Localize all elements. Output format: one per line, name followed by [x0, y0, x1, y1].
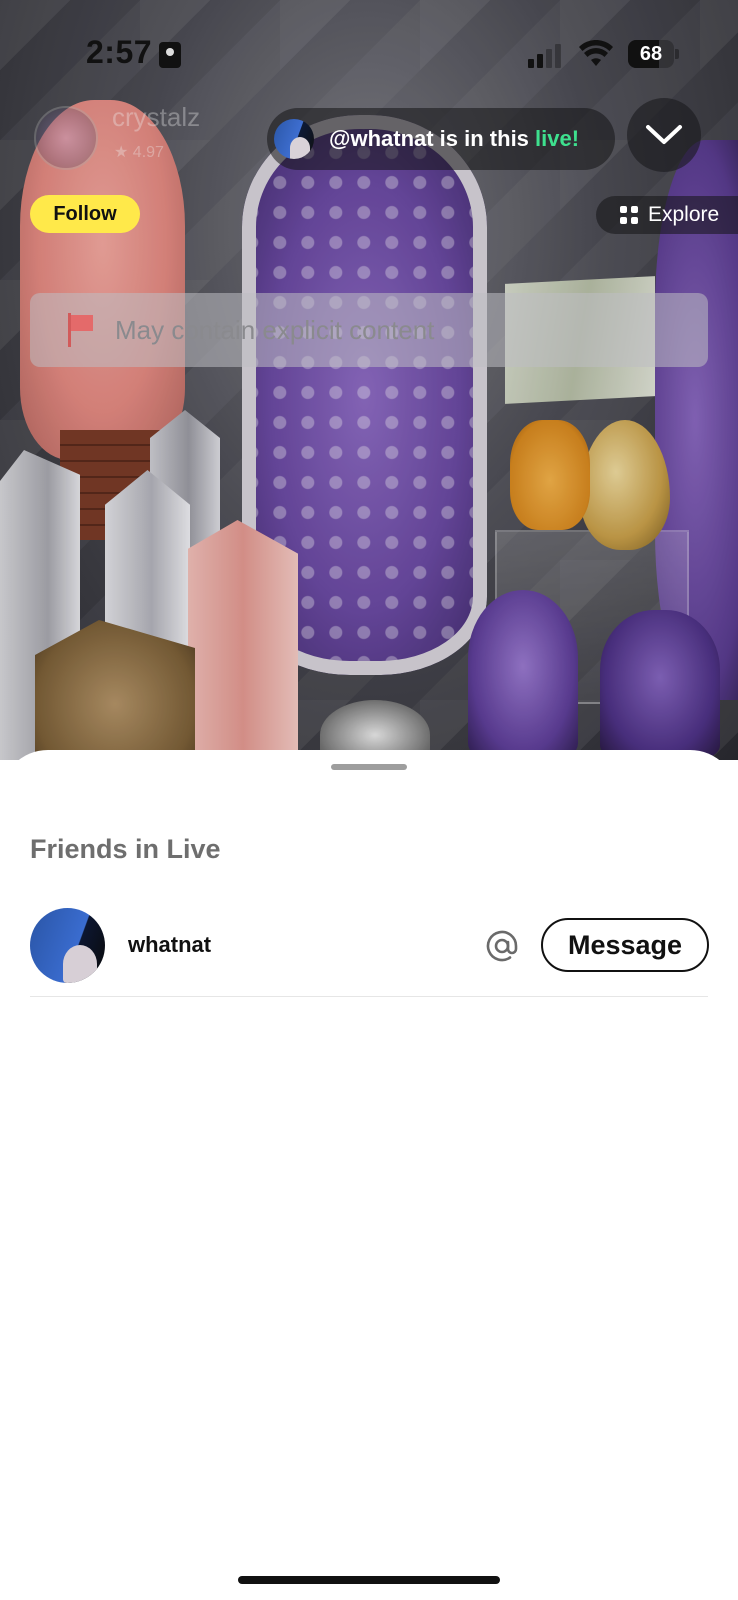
contact-badge-icon	[159, 42, 181, 68]
mention-button[interactable]	[482, 926, 522, 966]
explore-button[interactable]: Explore	[596, 196, 738, 234]
explore-label: Explore	[648, 203, 720, 226]
explicit-content-text: May contain explicit content	[115, 314, 435, 345]
flag-icon	[66, 313, 96, 347]
status-bar: 2:57 68	[0, 0, 738, 110]
friend-in-live-highlight: live!	[535, 126, 580, 151]
sheet-title: Friends in Live	[30, 834, 221, 864]
battery-icon: 68	[628, 40, 674, 68]
status-time: 2:57	[86, 34, 153, 70]
message-button[interactable]: Message	[541, 918, 709, 972]
collapse-button[interactable]	[627, 98, 701, 172]
friend-in-live-banner[interactable]: @whatnat is in this live!	[267, 108, 615, 170]
battery-percent: 68	[639, 42, 663, 65]
friends-sheet: Friends in Live whatnat Message	[0, 750, 738, 1600]
friend-in-live-text: @whatnat is in this live!	[329, 126, 579, 152]
friend-avatar[interactable]	[30, 908, 105, 983]
cellular-signal-icon	[528, 44, 561, 68]
star-icon: ★	[114, 144, 129, 161]
seller-rating-value: 4.97	[132, 144, 164, 161]
explicit-content-banner: May contain explicit content	[30, 293, 708, 367]
battery-tip	[675, 49, 679, 59]
seller-avatar[interactable]	[34, 106, 98, 170]
friend-row[interactable]: whatnat Message	[30, 906, 709, 997]
follow-button[interactable]: Follow	[30, 195, 140, 233]
friend-avatar-small	[274, 119, 314, 159]
friend-name[interactable]: whatnat	[128, 932, 211, 958]
sheet-grabber[interactable]	[331, 764, 407, 770]
wifi-icon	[579, 40, 613, 66]
seller-name[interactable]: crystalz	[112, 102, 200, 133]
friend-in-live-prefix: @whatnat is in this	[329, 126, 536, 151]
home-indicator[interactable]	[238, 1576, 500, 1584]
chevron-down-icon	[646, 125, 682, 144]
seller-rating: ★ 4.97	[114, 142, 164, 162]
at-sign-icon	[486, 930, 518, 962]
grid-icon	[620, 206, 638, 224]
